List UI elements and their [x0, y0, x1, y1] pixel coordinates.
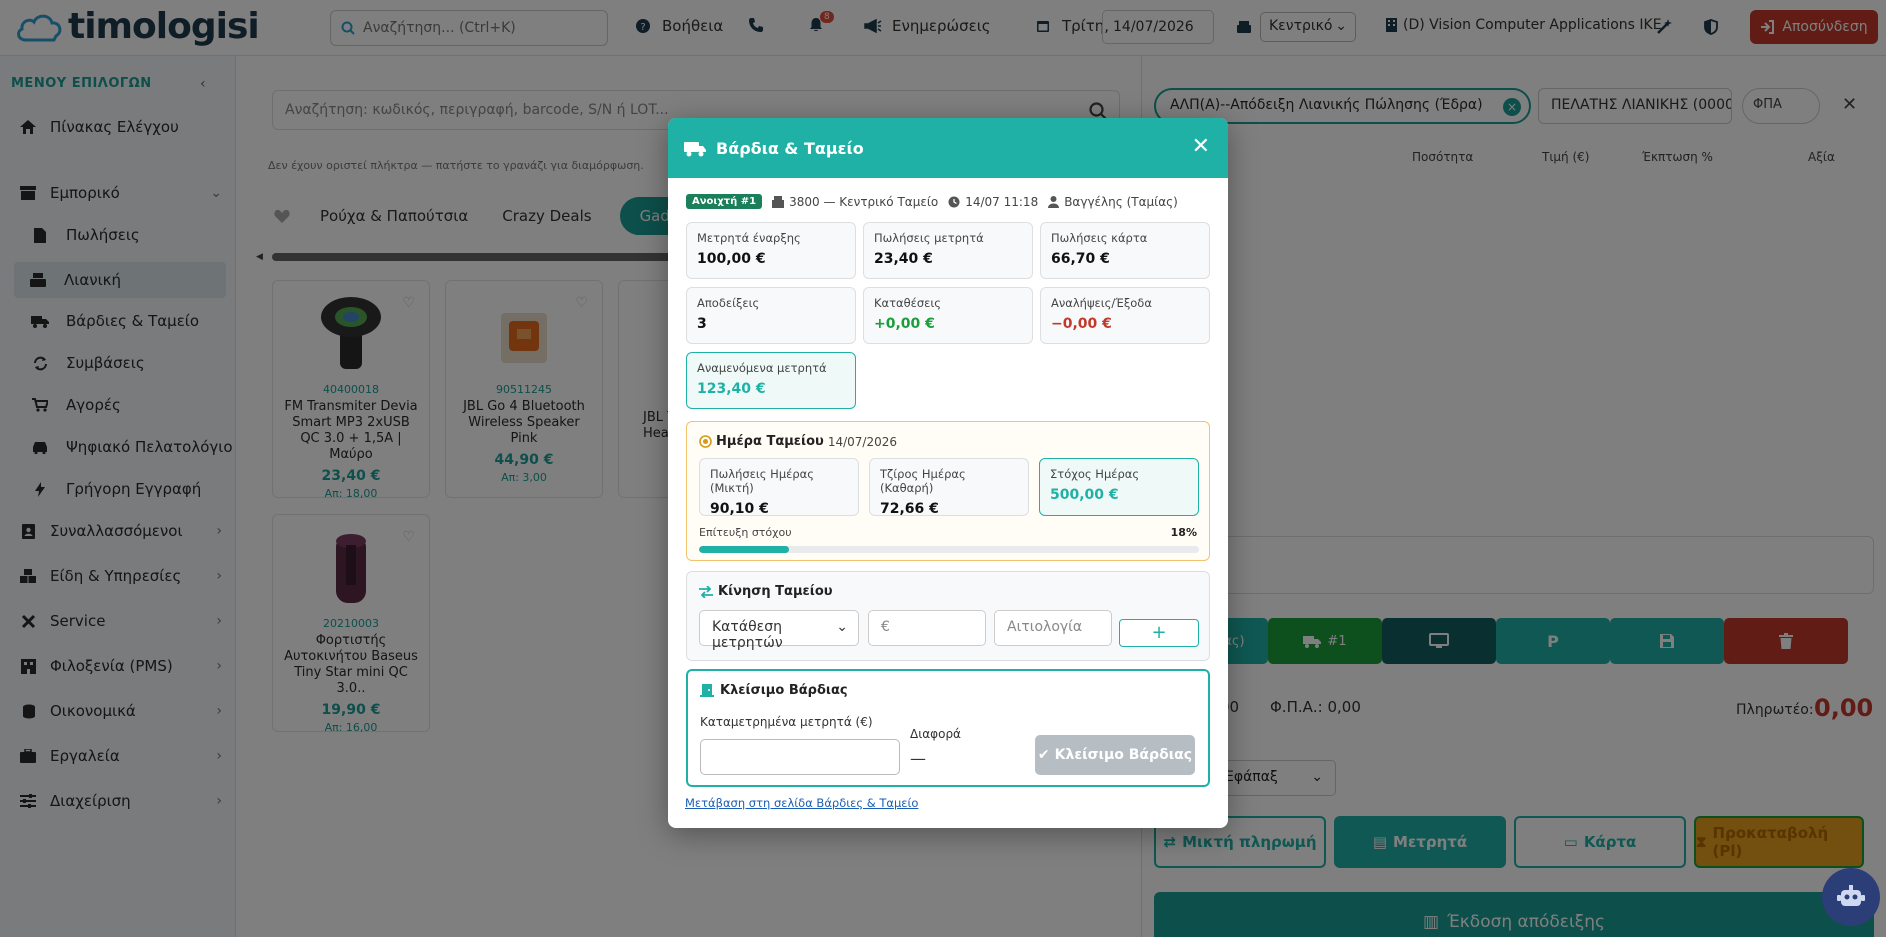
stat-cash-sales: Πωλήσεις μετρητά 23,40 €	[863, 222, 1033, 279]
cash-day-date: 14/07/2026	[827, 434, 897, 449]
stat-value: +0,00 €	[874, 316, 935, 332]
shift-opened-at: 14/07 11:18	[965, 194, 1039, 209]
add-movement-button[interactable]: +	[1119, 619, 1199, 647]
modal-title: Βάρδια & Ταμείο	[716, 138, 864, 158]
target-progress-label: Επίτευξη στόχου	[699, 526, 792, 539]
stat-value: 100,00 €	[697, 251, 766, 267]
register-icon	[772, 195, 785, 208]
stat-deposits: Καταθέσεις +0,00 €	[863, 287, 1033, 344]
stat-day-gross-sales: Πωλήσεις Ημέρας (Μικτή) 90,10 €	[699, 458, 859, 517]
counted-cash-input[interactable]	[700, 739, 900, 775]
movement-type-value: Κατάθεση μετρητών	[712, 619, 783, 651]
stat-label: Μετρητά έναρξης	[697, 231, 801, 245]
target-progress-percent: 18%	[1170, 526, 1197, 539]
stat-label: Πωλήσεις Ημέρας (Μικτή)	[710, 467, 814, 495]
clock-icon	[948, 196, 960, 208]
cash-register-icon	[684, 139, 706, 157]
cash-day-panel: Ημέρα Ταμείου 14/07/2026 Πωλήσεις Ημέρας…	[686, 421, 1210, 561]
stat-opening-cash: Μετρητά έναρξης 100,00 €	[686, 222, 856, 279]
modal-close-icon[interactable]: ✕	[1192, 134, 1210, 159]
stat-label: Στόχος Ημέρας	[1050, 467, 1140, 481]
difference-label: Διαφορά	[910, 727, 961, 741]
modal-header: Βάρδια & Ταμείο ✕	[668, 118, 1228, 178]
shift-cash-modal: Βάρδια & Ταμείο ✕ Ανοιχτή #1 3800 — Κεντ…	[668, 118, 1228, 828]
register-name: 3800 — Κεντρικό Ταμείο	[789, 194, 939, 209]
stat-value: 500,00 €	[1050, 487, 1119, 503]
stat-label: Αναμενόμενα μετρητά	[697, 361, 827, 375]
target-progress-fill	[699, 546, 789, 553]
stat-receipts: Αποδείξεις 3	[686, 287, 856, 344]
bullseye-icon	[699, 435, 712, 448]
stat-label: Τζίρος Ημέρας (Καθαρή)	[880, 467, 966, 495]
door-closed-icon	[700, 684, 714, 697]
stat-value: 72,66 €	[880, 501, 939, 517]
stat-label: Πωλήσεις κάρτα	[1051, 231, 1148, 245]
stat-label: Καταθέσεις	[874, 296, 942, 310]
cash-movement-panel: Κίνηση Ταμείου Κατάθεση μετρητών ⌄ € Αιτ…	[686, 571, 1210, 661]
shifts-page-link[interactable]: Μετάβαση στη σελίδα Βάρδιες & Ταμείο	[685, 796, 918, 810]
movement-reason-input[interactable]: Αιτιολογία	[994, 610, 1112, 646]
movement-type-select[interactable]: Κατάθεση μετρητών ⌄	[699, 610, 859, 651]
cashier-name: Βαγγέλης (Ταμίας)	[1064, 194, 1178, 209]
stat-label: Πωλήσεις μετρητά	[874, 231, 984, 245]
stat-value: 90,10 €	[710, 501, 769, 517]
close-shift-button-label: Κλείσιμο Βάρδιας	[1054, 747, 1193, 763]
stat-expected-cash: Αναμενόμενα μετρητά 123,40 €	[686, 352, 856, 409]
close-shift-button[interactable]: ✔ Κλείσιμο Βάρδιας	[1035, 735, 1195, 775]
chatbot-button[interactable]	[1822, 868, 1880, 926]
shift-status-badge: Ανοιχτή #1	[686, 194, 763, 209]
exchange-icon	[699, 585, 713, 598]
stat-value: 23,40 €	[874, 251, 933, 267]
cash-movement-title: Κίνηση Ταμείου	[718, 584, 833, 599]
stat-value: −0,00 €	[1051, 316, 1112, 332]
cash-movement-header: Κίνηση Ταμείου	[699, 584, 833, 599]
cash-day-header: Ημέρα Ταμείου 14/07/2026	[699, 434, 897, 449]
stat-value: 3	[697, 316, 707, 332]
stat-value: 66,70 €	[1051, 251, 1110, 267]
stat-label: Αναλήψεις/Έξοδα	[1051, 296, 1152, 310]
stat-day-net-turnover: Τζίρος Ημέρας (Καθαρή) 72,66 €	[869, 458, 1029, 517]
counted-cash-label: Καταμετρημένα μετρητά (€)	[700, 715, 873, 729]
robot-icon	[1836, 884, 1866, 910]
stat-withdrawals: Αναλήψεις/Έξοδα −0,00 €	[1040, 287, 1210, 344]
close-shift-panel: Κλείσιμο Βάρδιας Καταμετρημένα μετρητά (…	[686, 669, 1210, 787]
difference-value: —	[910, 749, 926, 768]
close-shift-title: Κλείσιμο Βάρδιας	[720, 683, 848, 698]
movement-amount-input[interactable]: €	[868, 610, 986, 646]
stat-label: Αποδείξεις	[697, 296, 760, 310]
target-progress-bar	[699, 546, 1199, 553]
check-icon: ✔	[1037, 747, 1050, 763]
cash-day-title: Ημέρα Ταμείου	[716, 434, 824, 449]
close-shift-header: Κλείσιμο Βάρδιας	[700, 683, 848, 698]
shift-info-line: Ανοιχτή #1 3800 — Κεντρικό Ταμείο 14/07 …	[686, 194, 1188, 209]
stat-card-sales: Πωλήσεις κάρτα 66,70 €	[1040, 222, 1210, 279]
user-icon	[1048, 195, 1060, 208]
stat-value: 123,40 €	[697, 381, 766, 397]
stat-day-target: Στόχος Ημέρας 500,00 €	[1039, 458, 1199, 516]
chevron-down-icon: ⌄	[836, 619, 848, 635]
